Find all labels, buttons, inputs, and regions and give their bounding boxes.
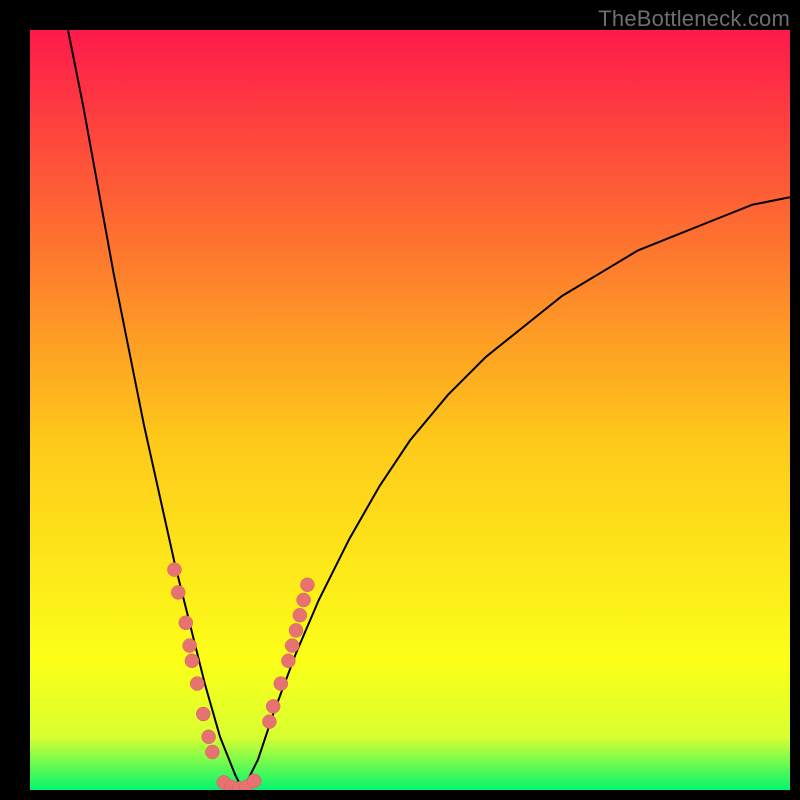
- data-point: [262, 715, 276, 729]
- data-point: [202, 730, 216, 744]
- data-point: [285, 639, 299, 653]
- data-point: [274, 677, 288, 691]
- data-point: [247, 774, 261, 788]
- data-point: [266, 699, 280, 713]
- data-point: [205, 745, 219, 759]
- data-point: [297, 593, 311, 607]
- gradient-background: [30, 30, 790, 790]
- chart-frame: TheBottleneck.com: [0, 0, 800, 800]
- plot-area: [30, 30, 790, 790]
- data-point: [185, 654, 199, 668]
- data-point: [196, 707, 210, 721]
- data-point: [183, 639, 197, 653]
- data-point: [293, 608, 307, 622]
- data-point: [281, 654, 295, 668]
- data-point: [167, 563, 181, 577]
- chart-svg: [30, 30, 790, 790]
- data-point: [289, 623, 303, 637]
- data-point: [300, 578, 314, 592]
- data-point: [171, 585, 185, 599]
- data-point: [190, 677, 204, 691]
- data-point: [179, 616, 193, 630]
- watermark-text: TheBottleneck.com: [598, 6, 790, 32]
